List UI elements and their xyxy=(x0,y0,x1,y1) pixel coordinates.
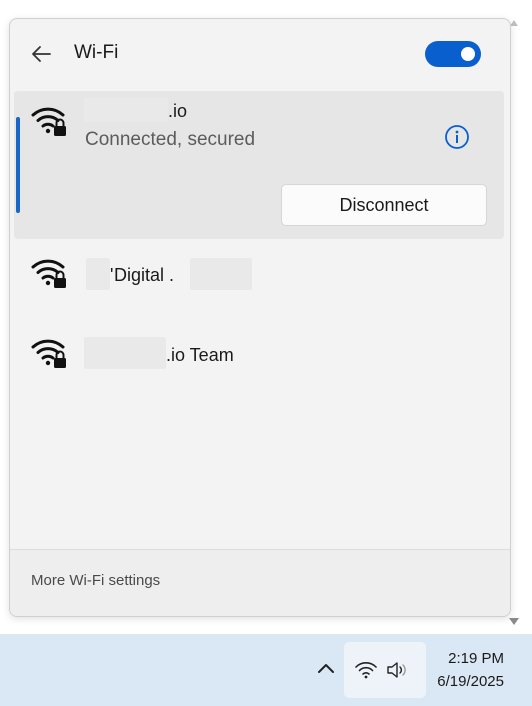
network-name-text: Digital . xyxy=(114,265,175,285)
desktop-screen: Wi-Fi .io Connected, secured Disconnect … xyxy=(0,0,532,706)
redacted-network-name xyxy=(84,337,166,369)
info-icon[interactable] xyxy=(444,124,470,150)
quick-settings-tray[interactable] xyxy=(344,642,426,698)
network-item[interactable]: .io Team xyxy=(14,323,504,387)
flyout-header: Wi-Fi xyxy=(10,19,510,89)
clock-time: 2:19 PM xyxy=(448,650,504,667)
disconnect-button[interactable]: Disconnect xyxy=(281,184,487,226)
network-name-prefix: ' xyxy=(110,265,114,285)
page-title: Wi-Fi xyxy=(74,42,119,63)
wifi-toggle[interactable] xyxy=(425,41,481,67)
wifi-lock-icon xyxy=(31,259,66,288)
wifi-lock-icon xyxy=(31,107,66,136)
taskbar-clock[interactable]: 2:19 PM 6/19/2025 xyxy=(428,647,528,693)
redacted-network-name xyxy=(84,98,168,122)
speaker-icon xyxy=(387,662,406,678)
network-status: Connected, secured xyxy=(85,129,256,150)
toggle-knob xyxy=(461,47,475,61)
redacted-network-name xyxy=(86,258,110,290)
wifi-lock-icon xyxy=(31,339,66,368)
flyout-footer: More Wi-Fi settings xyxy=(10,550,510,616)
arrow-left-icon[interactable] xyxy=(30,43,52,65)
network-name-suffix: .io xyxy=(168,101,188,121)
clock-date: 6/19/2025 xyxy=(437,673,504,690)
network-item-connected[interactable]: .io Connected, secured Disconnect xyxy=(14,91,504,239)
network-item[interactable]: ' Digital . xyxy=(14,243,504,307)
wifi-flyout-panel: Wi-Fi .io Connected, secured Disconnect … xyxy=(9,18,511,617)
network-name-suffix: .io Team xyxy=(166,345,234,365)
taskbar: 2:19 PM 6/19/2025 xyxy=(0,634,532,706)
chevron-up-icon[interactable] xyxy=(314,656,338,680)
scroll-up-arrow-icon[interactable] xyxy=(510,20,518,26)
scroll-down-arrow-icon[interactable] xyxy=(509,618,519,625)
more-wifi-settings-link[interactable]: More Wi-Fi settings xyxy=(31,572,160,589)
wifi-icon xyxy=(355,662,377,679)
redacted-network-name xyxy=(190,258,252,290)
selection-indicator xyxy=(16,117,20,213)
